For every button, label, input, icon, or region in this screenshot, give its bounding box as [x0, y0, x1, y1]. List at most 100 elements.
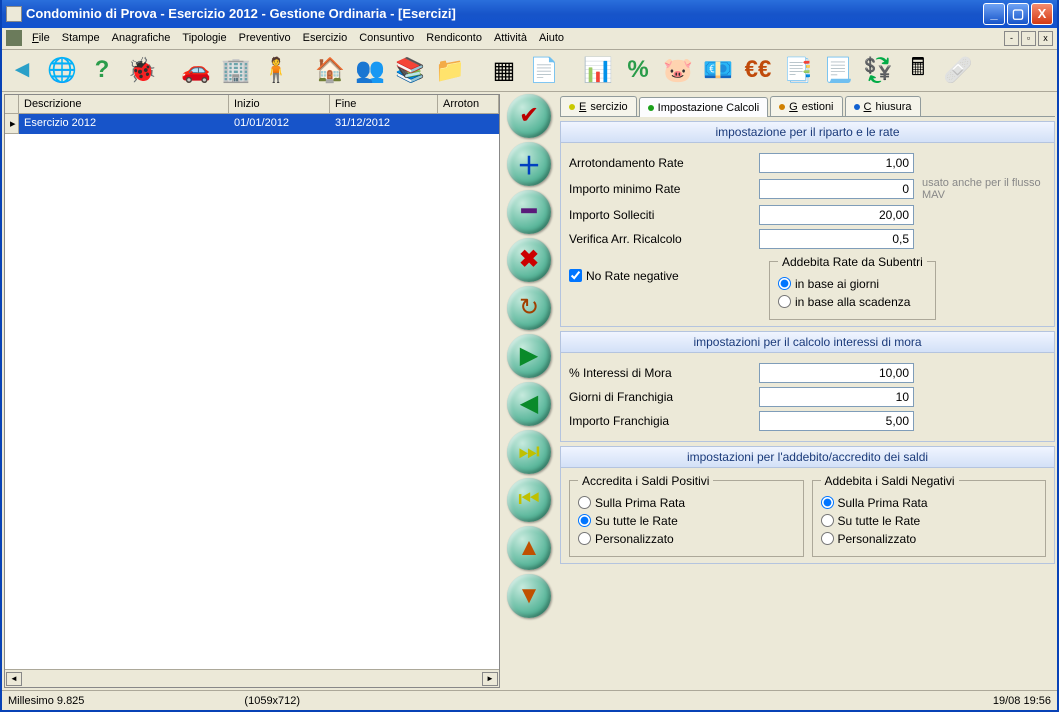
menu-consuntivo[interactable]: Consuntivo — [353, 30, 420, 46]
mdi-minimize-button[interactable]: - — [1004, 31, 1019, 46]
last-button[interactable]: ⏭ — [507, 430, 551, 474]
tab-impostazione-calcoli[interactable]: Impostazione Calcoli — [639, 97, 769, 117]
euro-coin-icon[interactable]: 💶 — [702, 54, 734, 86]
label-radio-giorni: in base ai giorni — [795, 277, 879, 291]
radio-giorni[interactable] — [778, 277, 791, 290]
section-saldi-title: impostazioni per l'addebito/accredito de… — [561, 447, 1054, 468]
section-mora: impostazioni per il calcolo interessi di… — [560, 331, 1055, 442]
label-giorni-franchigia: Giorni di Franchigia — [569, 390, 759, 404]
app-icon — [6, 6, 22, 22]
menu-preventivo[interactable]: Preventivo — [233, 30, 297, 46]
up-button[interactable]: ▲ — [507, 526, 551, 570]
add-button[interactable]: ＋ — [507, 142, 551, 186]
input-giorni-franchigia[interactable] — [759, 387, 914, 407]
menu-aiuto[interactable]: Aiuto — [533, 30, 570, 46]
euro-percent-icon[interactable]: 💱 — [862, 54, 894, 86]
close-button[interactable]: X — [1031, 3, 1053, 25]
input-verifica-arr[interactable] — [759, 229, 914, 249]
percent-icon[interactable]: % — [622, 54, 654, 86]
menu-rendiconto[interactable]: Rendiconto — [420, 30, 488, 46]
tab-esercizio[interactable]: Esercizio — [560, 96, 637, 116]
row-indicator-icon: ▸ — [5, 114, 19, 134]
refresh-button[interactable]: ↻ — [507, 286, 551, 330]
calculator-icon[interactable]: 🖩 — [902, 54, 934, 86]
help-icon[interactable]: ? — [86, 54, 118, 86]
person-icon[interactable]: 🧍 — [260, 54, 292, 86]
checkbox-no-rate-negative[interactable] — [569, 269, 582, 282]
first-button[interactable]: ⏮ — [507, 478, 551, 522]
radio-scadenza[interactable] — [778, 295, 791, 308]
radio-pos-tutte[interactable] — [578, 514, 591, 527]
tab-chiusura[interactable]: Chiusura — [845, 96, 921, 116]
copy-icon[interactable]: 📑 — [782, 54, 814, 86]
label-importo-solleciti: Importo Solleciti — [569, 208, 759, 222]
grid-header-arroton[interactable]: Arroton — [438, 95, 499, 113]
section-riparto-title: impostazione per il riparto e le rate — [561, 122, 1054, 143]
back-icon[interactable]: ◄ — [6, 54, 38, 86]
label-no-rate-negative: No Rate negative — [586, 269, 679, 283]
doc-euro-icon[interactable]: 📃 — [822, 54, 854, 86]
euro-icon[interactable]: €€ — [742, 54, 774, 86]
radio-neg-personalizzato[interactable] — [821, 532, 834, 545]
grid-header-fine[interactable]: Fine — [330, 95, 438, 113]
scroll-left-button[interactable]: ◄ — [6, 672, 22, 686]
play-prev-button[interactable]: ◀ — [507, 382, 551, 426]
grid-icon[interactable]: ▦ — [488, 54, 520, 86]
cell-inizio: 01/01/2012 — [229, 114, 330, 134]
books-icon[interactable]: 📚 — [394, 54, 426, 86]
status-datetime: 19/08 19:56 — [993, 695, 1051, 707]
down-button[interactable]: ▼ — [507, 574, 551, 618]
input-importo-solleciti[interactable] — [759, 205, 914, 225]
grid-header-descrizione[interactable]: Descrizione — [19, 95, 229, 113]
section-saldi: impostazioni per l'addebito/accredito de… — [560, 446, 1055, 564]
radio-neg-tutte[interactable] — [821, 514, 834, 527]
legend-saldi-positivi: Accredita i Saldi Positivi — [578, 474, 713, 488]
menu-file[interactable]: File — [26, 30, 56, 46]
mdi-close-button[interactable]: x — [1038, 31, 1053, 46]
house-icon[interactable]: 🏠 — [314, 54, 346, 86]
hint-flusso-mav: usato anche per il flusso MAV — [922, 177, 1042, 201]
tab-gestioni[interactable]: Gestioni — [770, 96, 842, 116]
people-icon[interactable]: 👥 — [354, 54, 386, 86]
label-interessi-mora: % Interessi di Mora — [569, 366, 759, 380]
menu-anagrafiche[interactable]: Anagrafiche — [106, 30, 177, 46]
legend-saldi-negativi: Addebita i Saldi Negativi — [821, 474, 959, 488]
list-icon[interactable]: 📄 — [528, 54, 560, 86]
menu-app-icon — [6, 30, 22, 46]
input-importo-minimo[interactable] — [759, 179, 914, 199]
cell-descrizione: Esercizio 2012 — [19, 114, 229, 134]
piggy-bank-icon[interactable]: 🐷 — [662, 54, 694, 86]
menu-tipologie[interactable]: Tipologie — [176, 30, 232, 46]
globe-icon[interactable]: 🌐 — [46, 54, 78, 86]
radio-pos-personalizzato[interactable] — [578, 532, 591, 545]
input-arrotondamento[interactable] — [759, 153, 914, 173]
radio-neg-prima[interactable] — [821, 496, 834, 509]
grid-header-inizio[interactable]: Inizio — [229, 95, 330, 113]
input-interessi-mora[interactable] — [759, 363, 914, 383]
minimize-button[interactable]: _ — [983, 3, 1005, 25]
remove-button[interactable]: ━ — [507, 190, 551, 234]
maximize-button[interactable]: ▢ — [1007, 3, 1029, 25]
radio-pos-prima[interactable] — [578, 496, 591, 509]
medical-icon[interactable]: 🩹 — [942, 54, 974, 86]
menu-esercizio[interactable]: Esercizio — [297, 30, 354, 46]
status-version: Millesimo 9.825 — [8, 695, 84, 707]
status-resolution: (1059x712) — [244, 695, 300, 707]
label-verifica-arr: Verifica Arr. Ricalcolo — [569, 232, 759, 246]
bug-icon[interactable]: 🐞 — [126, 54, 158, 86]
input-importo-franchigia[interactable] — [759, 411, 914, 431]
building-icon[interactable]: 🏢 — [220, 54, 252, 86]
mdi-restore-button[interactable]: ▫ — [1021, 31, 1036, 46]
section-mora-title: impostazioni per il calcolo interessi di… — [561, 332, 1054, 353]
fieldset-saldi-negativi: Addebita i Saldi Negativi Sulla Prima Ra… — [812, 474, 1047, 557]
folder-icon[interactable]: 📁 — [434, 54, 466, 86]
grid-row[interactable]: ▸ Esercizio 2012 01/01/2012 31/12/2012 — [5, 114, 499, 134]
piechart-icon[interactable]: 📊 — [582, 54, 614, 86]
menu-attivita[interactable]: Attività — [488, 30, 533, 46]
play-next-button[interactable]: ▶ — [507, 334, 551, 378]
delete-button[interactable]: ✖ — [507, 238, 551, 282]
confirm-button[interactable]: ✔ — [507, 94, 551, 138]
car-icon[interactable]: 🚗 — [180, 54, 212, 86]
menu-stampe[interactable]: Stampe — [56, 30, 106, 46]
scroll-right-button[interactable]: ► — [482, 672, 498, 686]
